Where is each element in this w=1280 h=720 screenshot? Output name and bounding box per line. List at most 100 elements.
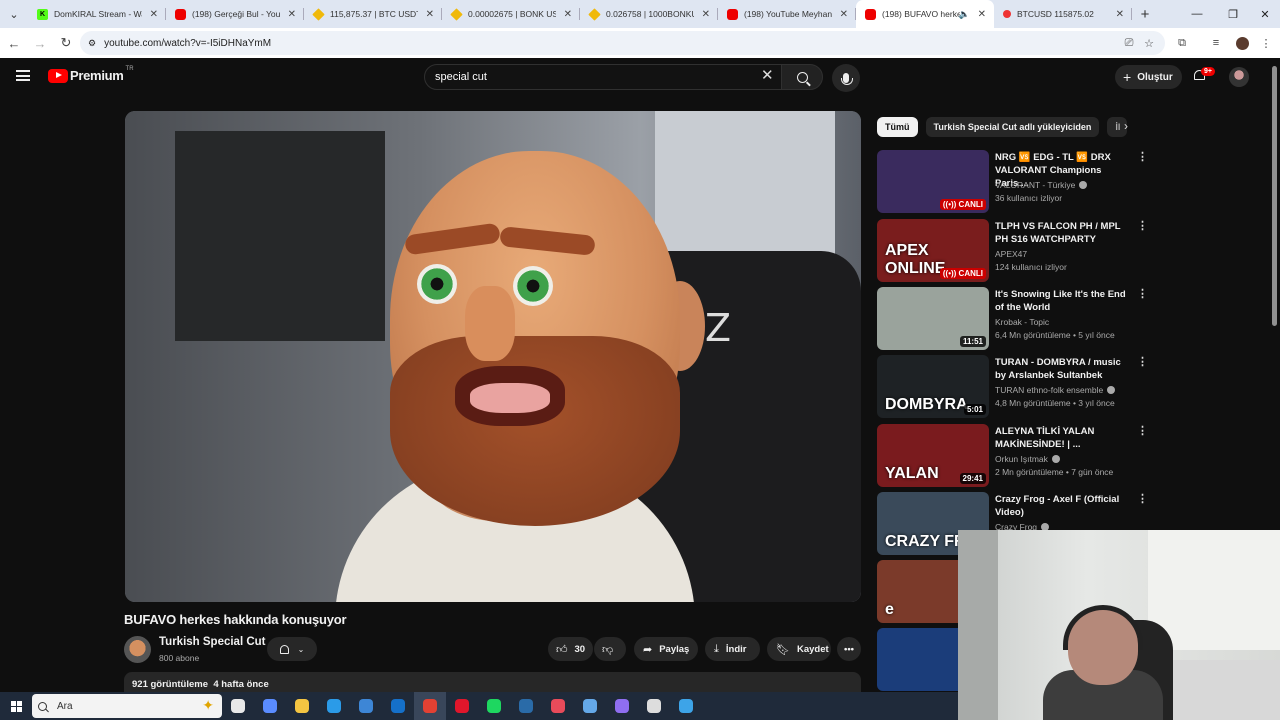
cast-icon[interactable]: ⎚ bbox=[1120, 34, 1138, 52]
account-avatar[interactable] bbox=[1229, 67, 1249, 87]
browser-tab[interactable]: (198) YouTube Meyhanes ✕ bbox=[718, 0, 856, 28]
browser-tab[interactable]: BTCUSD 115875.02 ✕ bbox=[994, 0, 1132, 28]
recommendation-title[interactable]: Crazy Frog - Axel F (Official Video) bbox=[995, 493, 1127, 519]
store-icon[interactable] bbox=[350, 692, 382, 720]
copilot-icon[interactable] bbox=[254, 692, 286, 720]
browser-tab[interactable]: 0.026758 | 1000BONKUSD ✕ bbox=[580, 0, 718, 28]
taskbar-search-input[interactable]: Ara ✦ bbox=[32, 694, 222, 718]
close-window-icon[interactable]: ✕ bbox=[1248, 0, 1280, 28]
recommendation-title[interactable]: ALEYNA TİLKİ YALAN MAKİNESİNDE! | ... bbox=[995, 425, 1127, 451]
close-tab-icon[interactable]: ✕ bbox=[426, 9, 434, 20]
voice-search-button[interactable] bbox=[832, 64, 860, 92]
address-bar[interactable]: ⚙ youtube.com/watch?v=-I5iDHNaYmM bbox=[80, 31, 1165, 55]
browser-menu-icon[interactable]: ⋮ bbox=[1257, 34, 1275, 52]
close-tab-icon[interactable]: ✕ bbox=[978, 9, 986, 20]
reload-icon[interactable]: ↻ bbox=[54, 31, 78, 55]
extensions-icon[interactable]: ⧉ bbox=[1173, 34, 1191, 52]
browser-tab[interactable]: 115,875.37 | BTC USDT | B ✕ bbox=[304, 0, 442, 28]
discord-icon[interactable] bbox=[606, 692, 638, 720]
recommendation-thumbnail[interactable]: 11:51 bbox=[877, 287, 989, 350]
channel-name[interactable]: Turkish Special Cut bbox=[159, 636, 266, 648]
recommendation-thumbnail[interactable]: APEX ONLINE ((•)) CANLI bbox=[877, 219, 989, 282]
more-options-icon[interactable]: ⋮ bbox=[1137, 355, 1148, 368]
dislike-button[interactable]: 👎︎ bbox=[594, 637, 626, 661]
steam-icon[interactable] bbox=[510, 692, 542, 720]
more-options-icon[interactable]: ⋮ bbox=[1137, 492, 1148, 505]
subscription-bell-button[interactable]: ⌄ bbox=[267, 637, 317, 661]
like-button[interactable]: 👍︎ 30 bbox=[548, 637, 593, 661]
browser-tab[interactable]: (198) Gerçeği Bul - YouTu ✕ bbox=[166, 0, 304, 28]
recommendation-item[interactable]: YALAN 29:41 ALEYNA TİLKİ YALAN MAKİNESİNDE… bbox=[877, 424, 1148, 488]
video-player[interactable]: Z bbox=[125, 111, 861, 602]
page-scrollbar[interactable] bbox=[1272, 66, 1277, 326]
recommendation-item[interactable]: ((•)) CANLI NRG 🆚 EDG - TL 🆚 DRX VALORANT… bbox=[877, 150, 1148, 214]
recommendation-thumbnail[interactable]: YALAN 29:41 bbox=[877, 424, 989, 487]
launcher-icon[interactable] bbox=[542, 692, 574, 720]
close-tab-icon[interactable]: ✕ bbox=[1116, 9, 1124, 20]
clear-search-icon[interactable]: ✕ bbox=[761, 68, 774, 84]
more-options-icon[interactable]: ⋮ bbox=[1137, 219, 1148, 232]
recommendation-title[interactable]: TURAN - DOMBYRA / music by Arslanbek Sul… bbox=[995, 356, 1127, 382]
tab-search-chevron-icon[interactable]: ⌄ bbox=[0, 0, 28, 28]
chip-from-uploader[interactable]: Turkish Special Cut adlı yükleyiciden bbox=[925, 117, 1100, 137]
recommendation-title[interactable]: TLPH VS FALCON PH / MPL PH S16 WATCHPART… bbox=[995, 220, 1127, 246]
recommendation-title[interactable]: It's Snowing Like It's the End of the Wo… bbox=[995, 288, 1127, 314]
recommendation-thumbnail[interactable]: DOMBYRA 5:01 bbox=[877, 355, 989, 418]
new-tab-icon[interactable]: + bbox=[1132, 6, 1158, 23]
obs-icon[interactable] bbox=[638, 692, 670, 720]
site-info-icon[interactable]: ⚙ bbox=[88, 38, 96, 49]
channel-avatar[interactable] bbox=[124, 636, 151, 663]
spotify-icon[interactable] bbox=[478, 692, 510, 720]
browser-tab-active[interactable]: (198) BUFAVO herkes 🔈 ✕ bbox=[856, 0, 994, 28]
close-tab-icon[interactable]: ✕ bbox=[288, 9, 296, 20]
opera-icon[interactable] bbox=[446, 692, 478, 720]
recommendation-channel[interactable]: TURAN ethno-folk ensemble bbox=[995, 385, 1116, 395]
minimize-icon[interactable]: — bbox=[1180, 0, 1214, 28]
chip-all[interactable]: Tümü bbox=[877, 117, 918, 137]
bluetooth-app-icon[interactable] bbox=[574, 692, 606, 720]
file-explorer-icon[interactable] bbox=[286, 692, 318, 720]
bookmark-star-icon[interactable]: ☆ bbox=[1140, 34, 1158, 52]
browser-tab[interactable]: K DomKIRAL Stream - Watc ✕ bbox=[28, 0, 166, 28]
edge-icon[interactable] bbox=[318, 692, 350, 720]
save-button[interactable]: 🔖︎ Kaydet bbox=[767, 637, 831, 661]
close-tab-icon[interactable]: ✕ bbox=[564, 9, 572, 20]
task-view-icon[interactable] bbox=[222, 692, 254, 720]
recommendation-channel[interactable]: Krobak - Topic bbox=[995, 317, 1049, 327]
profile-avatar-icon[interactable] bbox=[1233, 34, 1251, 52]
search-input[interactable]: special cut bbox=[424, 64, 788, 90]
chrome-icon[interactable] bbox=[414, 692, 446, 720]
recommendation-item[interactable]: APEX ONLINE ((•)) CANLI TLPH VS FALCON PH … bbox=[877, 219, 1148, 283]
forward-icon[interactable]: → bbox=[28, 31, 52, 55]
more-actions-button[interactable]: ••• bbox=[837, 637, 861, 661]
download-button[interactable]: ⤓ İndir bbox=[705, 637, 760, 661]
recommendation-thumbnail[interactable]: ((•)) CANLI bbox=[877, 150, 989, 213]
hamburger-menu-icon[interactable] bbox=[16, 70, 30, 81]
kick-icon: K bbox=[37, 8, 48, 20]
more-options-icon[interactable]: ⋮ bbox=[1137, 150, 1148, 163]
more-options-icon[interactable]: ⋮ bbox=[1137, 424, 1148, 437]
recommendation-channel[interactable]: Orkun Işıtmak bbox=[995, 454, 1060, 464]
recommendation-item[interactable]: 11:51 It's Snowing Like It's the End of t… bbox=[877, 287, 1148, 351]
search-button[interactable] bbox=[781, 64, 823, 90]
close-tab-icon[interactable]: ✕ bbox=[702, 9, 710, 20]
youtube-logo[interactable]: Premium TR bbox=[48, 66, 134, 83]
share-button[interactable]: ➦ Paylaş bbox=[634, 637, 698, 661]
recommendation-item[interactable]: DOMBYRA 5:01 TURAN - DOMBYRA / music by Ar… bbox=[877, 355, 1148, 419]
chevron-right-icon[interactable]: › bbox=[1124, 119, 1128, 133]
restore-icon[interactable]: ❐ bbox=[1216, 0, 1250, 28]
more-options-icon[interactable]: ⋮ bbox=[1137, 287, 1148, 300]
start-button[interactable] bbox=[0, 692, 32, 720]
recommendation-channel[interactable]: VALORANT - Türkiye bbox=[995, 180, 1088, 190]
speaker-icon[interactable]: 🔈 bbox=[959, 9, 970, 20]
close-tab-icon[interactable]: ✕ bbox=[150, 9, 158, 20]
character-eye bbox=[513, 266, 553, 306]
outlook-icon[interactable] bbox=[382, 692, 414, 720]
back-icon[interactable]: ← bbox=[2, 31, 26, 55]
recommendation-channel[interactable]: APEX47 bbox=[995, 249, 1027, 259]
reading-list-icon[interactable]: ≡ bbox=[1207, 34, 1225, 52]
create-button[interactable]: + Oluştur bbox=[1115, 65, 1182, 89]
browser-tab[interactable]: 0.00002675 | BONK USDT ✕ bbox=[442, 0, 580, 28]
close-tab-icon[interactable]: ✕ bbox=[840, 9, 848, 20]
paint-icon[interactable] bbox=[670, 692, 702, 720]
